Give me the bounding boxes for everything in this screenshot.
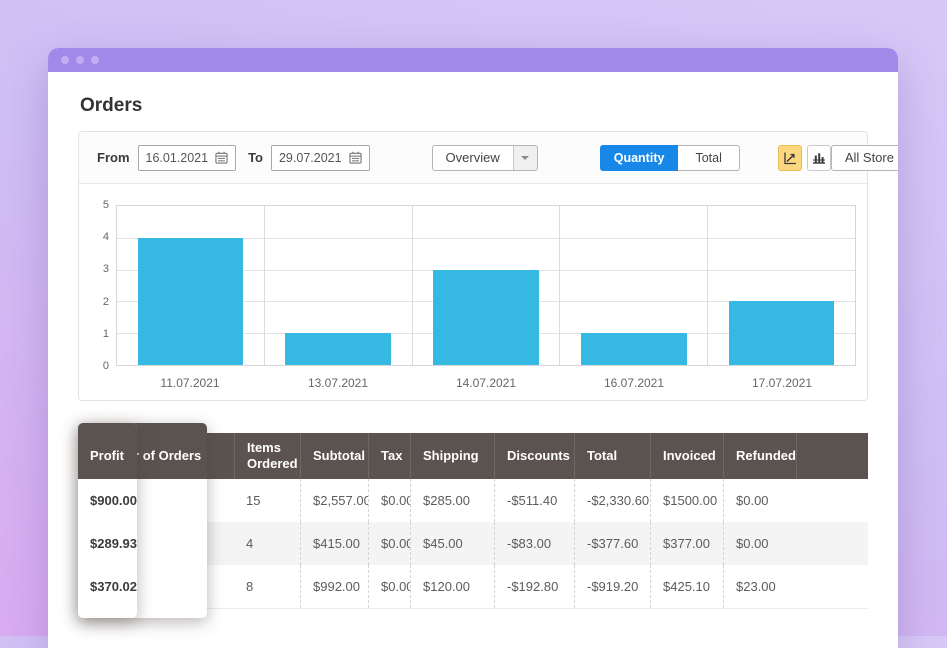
from-date-value: 16.01.2021 <box>146 151 209 165</box>
table-cell: -$83.00 <box>494 522 574 565</box>
page-title: Orders <box>80 95 142 117</box>
page-content: Orders From 16.01.2021 To <box>48 72 898 648</box>
table-cell: -$919.20 <box>574 565 650 608</box>
column-header-invoiced[interactable]: Invoiced <box>650 433 723 479</box>
y-tick-label: 5 <box>83 199 109 211</box>
highlighted-column-cell: $900.00 <box>78 479 137 522</box>
table-cell: $2,557.00 <box>300 479 368 522</box>
column-header-profit[interactable] <box>796 433 868 479</box>
filters-toolbar: From 16.01.2021 To 29.07.2021 <box>79 132 867 184</box>
column-header-items-ordered[interactable]: Items Ordered <box>234 433 300 479</box>
table-cell: -$377.60 <box>574 522 650 565</box>
to-date-input[interactable]: 29.07.2021 <box>271 145 370 171</box>
from-label: From <box>97 150 130 165</box>
total-toggle-button[interactable]: Total <box>678 145 739 171</box>
x-tick-label: 11.07.2021 <box>116 376 264 390</box>
chart-category-cell <box>413 206 561 365</box>
quantity-toggle-button[interactable]: Quantity <box>600 145 679 171</box>
calendar-icon[interactable] <box>215 151 228 164</box>
bar-17.07.2021[interactable] <box>729 301 835 365</box>
chevron-down-icon[interactable] <box>513 146 537 170</box>
window-dot-icon[interactable] <box>76 56 84 64</box>
column-header-shipping[interactable]: Shipping <box>410 433 494 479</box>
table-cell: $0.00 <box>368 522 410 565</box>
column-header-tax[interactable]: Tax <box>368 433 410 479</box>
orders-bar-chart: 0 1 2 3 4 5 11.07.202113.07.202114.07.202116.… <box>79 184 867 400</box>
orders-panel: From 16.01.2021 To 29.07.2021 <box>78 131 868 401</box>
window-dot-icon[interactable] <box>61 56 69 64</box>
store-view-select[interactable]: All Store Views <box>831 145 898 171</box>
chart-category-cell <box>708 206 855 365</box>
period-select-value: Overview <box>433 150 513 165</box>
table-cell: $992.00 <box>300 565 368 608</box>
chart-category-cell <box>265 206 413 365</box>
bar-11.07.2021[interactable] <box>138 238 244 365</box>
metric-toggle: Quantity Total <box>600 145 740 171</box>
table-cell: -$2,330.60 <box>574 479 650 522</box>
x-tick-label: 16.07.2021 <box>560 376 708 390</box>
table-cell: $120.00 <box>410 565 494 608</box>
x-axis-labels: 11.07.202113.07.202114.07.202116.07.2021… <box>116 376 856 390</box>
chart-category-cell <box>560 206 708 365</box>
bar-16.07.2021[interactable] <box>581 333 687 365</box>
store-view-value: All Store Views <box>832 150 898 165</box>
y-tick-label: 1 <box>83 328 109 340</box>
table-cell: $0.00 <box>723 479 796 522</box>
orders-table: ConditionItems OrderedSubtotalTaxShippin… <box>78 433 868 608</box>
table-cell <box>796 565 868 608</box>
y-tick-label: 0 <box>83 360 109 372</box>
table-cell: $0.00 <box>368 479 410 522</box>
line-chart-button[interactable] <box>778 145 802 171</box>
table-cell: $415.00 <box>300 522 368 565</box>
y-tick-label: 2 <box>83 296 109 308</box>
y-tick-label: 4 <box>83 231 109 243</box>
chart-plot-area <box>116 205 856 366</box>
app-window: Orders From 16.01.2021 To <box>48 48 898 648</box>
column-header-refunded[interactable]: Refunded <box>723 433 796 479</box>
highlighted-column-cell: $370.02 <box>78 565 137 608</box>
column-header-discounts[interactable]: Discounts <box>494 433 574 479</box>
chart-category-cell <box>117 206 265 365</box>
line-chart-icon <box>783 151 797 165</box>
table-cell: 15 <box>234 479 300 522</box>
x-tick-label: 13.07.2021 <box>264 376 412 390</box>
table-cell <box>796 522 868 565</box>
from-date-input[interactable]: 16.01.2021 <box>138 145 237 171</box>
x-tick-label: 17.07.2021 <box>708 376 856 390</box>
table-cell <box>796 479 868 522</box>
column-header-total[interactable]: Total <box>574 433 650 479</box>
table-cell: -$192.80 <box>494 565 574 608</box>
table-cell: $23.00 <box>723 565 796 608</box>
highlighted-column-profit[interactable]: Profit$900.00$289.93$370.02 <box>78 423 137 618</box>
window-dot-icon[interactable] <box>91 56 99 64</box>
table-cell: $0.00 <box>723 522 796 565</box>
table-cell: $0.00 <box>368 565 410 608</box>
bar-13.07.2021[interactable] <box>285 333 391 365</box>
to-date-value: 29.07.2021 <box>279 151 342 165</box>
to-label: To <box>248 150 263 165</box>
table-cell: 4 <box>234 522 300 565</box>
table-cell: $377.00 <box>650 522 723 565</box>
period-select[interactable]: Overview <box>432 145 538 171</box>
chart-type-buttons <box>778 145 831 171</box>
table-cell: $45.00 <box>410 522 494 565</box>
table-cell: 8 <box>234 565 300 608</box>
highlighted-column-cell: $289.93 <box>78 522 137 565</box>
bar-14.07.2021[interactable] <box>433 270 539 365</box>
table-cell: $1500.00 <box>650 479 723 522</box>
bar-chart-icon <box>812 151 826 165</box>
table-cell: $425.10 <box>650 565 723 608</box>
y-tick-label: 3 <box>83 263 109 275</box>
bar-chart-button[interactable] <box>807 145 831 171</box>
window-titlebar <box>48 48 898 72</box>
table-cell: $285.00 <box>410 479 494 522</box>
calendar-icon[interactable] <box>349 151 362 164</box>
column-header-subtotal[interactable]: Subtotal <box>300 433 368 479</box>
x-tick-label: 14.07.2021 <box>412 376 560 390</box>
highlighted-column-header[interactable]: Profit <box>78 423 137 479</box>
table-cell: -$511.40 <box>494 479 574 522</box>
